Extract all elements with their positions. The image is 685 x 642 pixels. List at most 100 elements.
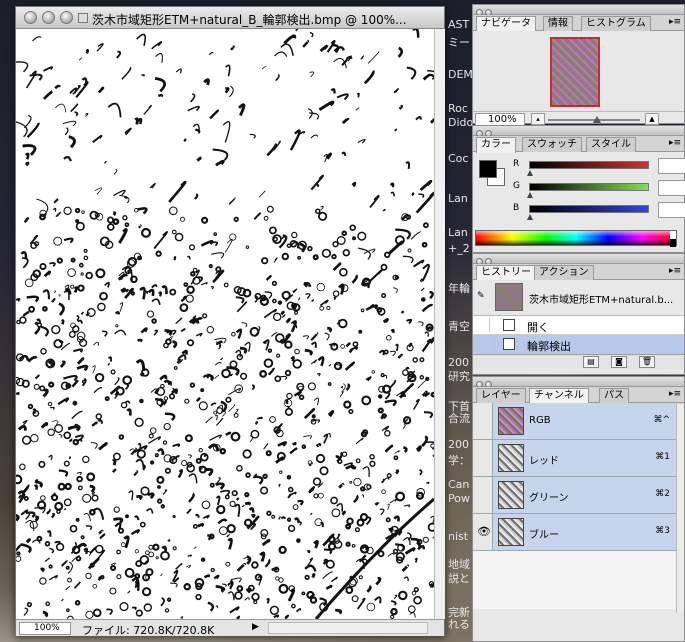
history-brush-source-slot[interactable] [476, 318, 490, 332]
desktop-item-label[interactable]: Coc [448, 152, 468, 165]
channel-visibility-toggle[interactable] [473, 403, 493, 439]
desktop-item-label[interactable]: +_2 [448, 242, 470, 255]
channel-scrollbar[interactable] [676, 404, 684, 613]
zoom-out-icon[interactable]: ▴ [531, 113, 545, 125]
desktop-item-label[interactable]: れる [448, 616, 470, 632]
color-spectrum-bar[interactable] [475, 230, 677, 247]
channel-shortcut: ⌘1 [655, 452, 670, 462]
tab-paths[interactable]: パス [599, 388, 629, 403]
channel-slider[interactable] [529, 161, 649, 169]
status-menu-arrow-icon[interactable]: ▶ [252, 622, 259, 632]
channel-slider-knob[interactable] [527, 214, 533, 220]
desktop-item-label[interactable]: Lan [448, 226, 468, 239]
tab-navigator[interactable]: ナビゲータ [476, 16, 536, 32]
palette-menu-icon[interactable]: ▸≡ [669, 266, 681, 276]
channel-letter: R [513, 159, 520, 169]
desktop-item-label[interactable]: Lan [448, 192, 468, 205]
palette-menu-icon[interactable]: ▸≡ [669, 17, 681, 27]
document-title: 茨木市域矩形ETM+natural_B_輪郭検出.bmp @ 100%... [92, 13, 407, 27]
tab-channels[interactable]: チャンネル [529, 388, 589, 404]
desktop-item-label[interactable]: 年輪 [448, 280, 470, 296]
navigator-zoom-knob[interactable] [593, 116, 601, 123]
delete-state-icon[interactable]: 🗑 [639, 356, 655, 368]
channel-visibility-toggle[interactable] [473, 477, 493, 513]
channel-slider-knob[interactable] [527, 192, 533, 198]
zoom-button[interactable] [60, 11, 73, 24]
channel-visibility-toggle[interactable] [473, 440, 493, 476]
channel-slider[interactable] [529, 183, 649, 191]
close-button[interactable] [24, 11, 37, 24]
tab-info[interactable]: 情報 [543, 16, 573, 31]
color-palette: カラー スウォッチ スタイル ▸≡ R 0 G 0 B 0 [472, 125, 685, 253]
palette-titlebar[interactable] [473, 126, 684, 137]
image-canvas[interactable] [16, 29, 434, 619]
desktop-item-label[interactable]: 200 [448, 438, 469, 451]
desktop-item-label[interactable]: Can [448, 478, 469, 491]
tab-swatches[interactable]: スウォッチ [522, 137, 582, 152]
document-titlebar[interactable]: 茨木市域矩形ETM+natural_B_輪郭検出.bmp @ 100%... [16, 7, 444, 29]
color-body: R 0 G 0 B 0 [473, 152, 685, 248]
desktop-item-label[interactable]: nist [448, 530, 468, 543]
tab-layers[interactable]: レイヤー [476, 388, 526, 403]
tab-styles[interactable]: スタイル [586, 137, 636, 152]
document-proxy-icon[interactable] [78, 13, 88, 23]
zoom-field[interactable]: 100% [19, 622, 71, 635]
desktop-item-label[interactable]: 説と [448, 570, 470, 586]
palette-menu-icon[interactable]: ▸≡ [669, 138, 681, 148]
desktop-item-label[interactable]: 合流 [448, 410, 470, 426]
history-state-row[interactable]: 輪郭検出 [473, 335, 684, 354]
tab-actions[interactable]: アクション [534, 265, 594, 280]
channel-visibility-toggle[interactable]: 👁 [473, 514, 493, 550]
channels-tabs: レイヤー チャンネル パス ▸≡ [473, 387, 684, 404]
desktop-item-label[interactable]: 学： [448, 452, 470, 468]
minimize-button[interactable] [42, 11, 55, 24]
channel-row[interactable]: 👁 ブルー ⌘3 [473, 514, 684, 551]
history-state-row[interactable]: 開く [473, 316, 684, 335]
new-snapshot-icon[interactable]: ◙ [611, 356, 627, 368]
channel-row[interactable]: RGB ⌘^ [473, 403, 684, 440]
history-brush-source-icon[interactable]: ✎ [477, 291, 485, 301]
desktop-item-label[interactable]: Dido [448, 116, 473, 129]
vertical-scrollbar[interactable] [434, 29, 445, 619]
foreground-color-swatch[interactable] [479, 160, 497, 178]
new-document-from-state-icon[interactable]: ▤ [583, 356, 599, 368]
edge-detected-image [16, 29, 434, 619]
desktop-item-label[interactable]: DEM [448, 68, 473, 81]
channel-value-field[interactable]: 0 [658, 180, 685, 196]
channel-shortcut: ⌘3 [655, 526, 670, 536]
palette-menu-icon[interactable]: ▸≡ [669, 389, 681, 399]
tab-histogram[interactable]: ヒストグラム [581, 16, 651, 31]
palette-titlebar[interactable] [473, 254, 684, 265]
zoom-in-icon[interactable]: ▲ [645, 113, 659, 125]
desktop-item-label[interactable]: AST [448, 18, 469, 31]
desktop-item-label[interactable]: Roc [448, 102, 468, 115]
channel-row[interactable]: レッド ⌘1 [473, 440, 684, 477]
snapshot-label: 茨木市域矩形ETM+natural.b... [529, 295, 674, 306]
history-states: 開く 輪郭検出 [473, 316, 684, 354]
desktop-item-label[interactable]: 研究 [448, 368, 470, 384]
channel-value-field[interactable]: 0 [658, 202, 685, 218]
black-white-swatch[interactable] [670, 231, 676, 247]
desktop-item-label[interactable]: 青空 [448, 318, 470, 334]
channel-shortcut: ⌘2 [655, 489, 670, 499]
status-bar: 100% ファイル: 720.8K/720.8K ▶ [16, 619, 444, 637]
history-state-label: 開く [527, 321, 549, 334]
palette-titlebar[interactable] [473, 377, 684, 388]
document-window[interactable]: 茨木市域矩形ETM+natural_B_輪郭検出.bmp @ 100%... 1… [15, 6, 445, 637]
tab-history[interactable]: ヒストリー [476, 265, 536, 281]
navigator-preview-area[interactable] [473, 31, 684, 111]
history-brush-source-slot[interactable] [476, 337, 490, 351]
horizontal-scrollbar[interactable] [268, 622, 428, 634]
palette-titlebar[interactable] [473, 5, 684, 16]
desktop-item-label[interactable]: ミー [448, 34, 470, 50]
channel-value-field[interactable]: 0 [658, 158, 685, 174]
navigator-thumbnail[interactable] [550, 37, 600, 107]
snapshot-thumbnail [495, 283, 523, 311]
channel-slider[interactable] [529, 205, 649, 213]
history-snapshot[interactable]: ✎ 茨木市域矩形ETM+natural.b... [473, 280, 684, 316]
tab-color[interactable]: カラー [476, 137, 516, 153]
desktop-item-label[interactable]: Pow [448, 492, 470, 505]
channel-row[interactable]: グリーン ⌘2 [473, 477, 684, 514]
channel-slider-knob[interactable] [527, 170, 533, 176]
channel-thumbnail [498, 518, 524, 546]
